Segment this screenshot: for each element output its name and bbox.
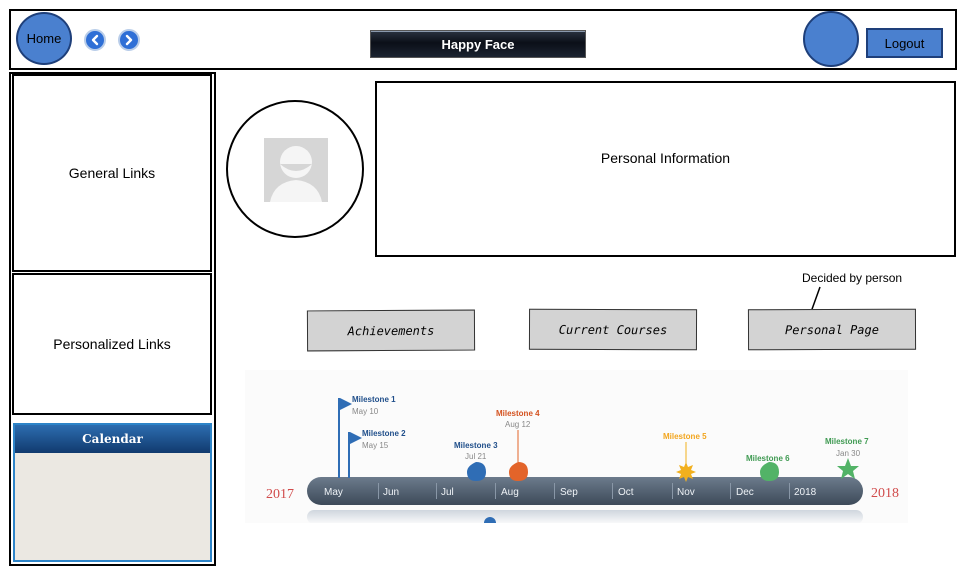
app-title: Happy Face bbox=[370, 30, 586, 58]
milestone-date: Jan 30 bbox=[836, 449, 861, 458]
drop-icon bbox=[509, 462, 528, 481]
timeline-month: Oct bbox=[618, 487, 634, 498]
milestone-label: Milestone 3 bbox=[454, 441, 498, 450]
milestone-label: Milestone 5 bbox=[663, 432, 707, 441]
calendar-widget[interactable]: Calendar bbox=[13, 423, 212, 562]
personal-information-label: Personal Information bbox=[600, 150, 731, 166]
timeline-month: Jun bbox=[383, 487, 399, 498]
forward-arrow-icon[interactable] bbox=[118, 29, 140, 51]
general-links-label: General Links bbox=[68, 165, 156, 181]
timeline-year-start: 2017 bbox=[266, 487, 294, 502]
timeline-month: Jul bbox=[441, 487, 454, 498]
tab-current-courses[interactable]: Current Courses bbox=[528, 308, 698, 351]
calendar-title: Calendar bbox=[15, 425, 210, 453]
personalized-links-panel[interactable]: Personalized Links bbox=[12, 273, 212, 415]
milestone-label: Milestone 7 bbox=[825, 437, 869, 446]
logout-button[interactable]: Logout bbox=[866, 28, 943, 58]
timeline-month: Dec bbox=[736, 487, 754, 498]
flag-icon bbox=[340, 398, 352, 410]
milestone-date: Aug 12 bbox=[505, 420, 531, 429]
timeline-graphic: 2017 2018 May Jun Jul Aug Sep Oct Nov De… bbox=[266, 395, 899, 523]
home-button[interactable]: Home bbox=[16, 12, 72, 65]
timeline-month: 2018 bbox=[794, 487, 817, 498]
milestone-timeline: 2017 2018 May Jun Jul Aug Sep Oct Nov De… bbox=[245, 370, 908, 523]
milestone-label: Milestone 6 bbox=[746, 454, 790, 463]
back-arrow-icon[interactable] bbox=[84, 29, 106, 51]
personal-information-panel: Personal Information bbox=[375, 81, 956, 257]
milestone-label: Milestone 1 bbox=[352, 395, 396, 404]
timeline-month: May bbox=[324, 487, 343, 498]
burst-icon bbox=[676, 462, 696, 482]
milestone-label: Milestone 2 bbox=[362, 429, 406, 438]
default-user-icon bbox=[264, 138, 328, 202]
timeline-month: Sep bbox=[560, 487, 578, 498]
flag-icon bbox=[350, 432, 362, 444]
personalized-links-label: Personalized Links bbox=[53, 336, 171, 352]
tab-achievements[interactable]: Achievements bbox=[306, 309, 476, 352]
user-avatar[interactable] bbox=[803, 11, 859, 67]
milestone-date: Jul 21 bbox=[465, 452, 487, 461]
profile-photo[interactable] bbox=[226, 100, 364, 238]
tab-personal-page[interactable]: Personal Page bbox=[747, 308, 917, 351]
general-links-panel[interactable]: General Links bbox=[12, 74, 212, 272]
drop-icon bbox=[760, 462, 779, 481]
milestone-date: May 15 bbox=[362, 441, 389, 450]
timeline-month: Aug bbox=[501, 487, 519, 498]
timeline-year-end: 2018 bbox=[871, 486, 899, 501]
timeline-reflection bbox=[307, 510, 863, 523]
callout-note: Decided by person bbox=[802, 271, 903, 285]
drop-icon bbox=[467, 462, 486, 481]
timeline-month: Nov bbox=[677, 487, 695, 498]
milestone-label: Milestone 4 bbox=[496, 409, 540, 418]
milestone-date: May 10 bbox=[352, 407, 379, 416]
star-icon bbox=[837, 458, 859, 479]
